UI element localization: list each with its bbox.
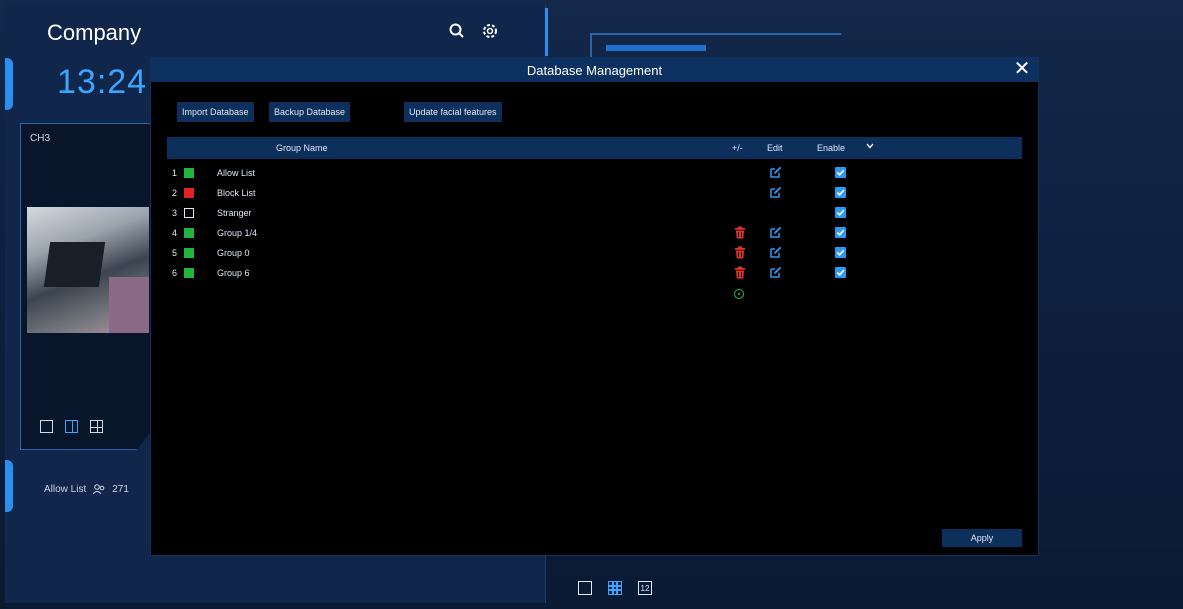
allow-list-count: 271 (112, 484, 129, 495)
company-title: Company (47, 20, 142, 45)
row-number: 5 (172, 248, 178, 258)
camera-feed[interactable] (27, 207, 149, 333)
edit-icon[interactable] (770, 186, 782, 198)
dialog-header: Database Management ✕ (151, 58, 1038, 82)
enable-checkbox[interactable] (835, 187, 846, 198)
allow-list-label: Allow List (44, 484, 87, 495)
row-number: 6 (172, 268, 178, 278)
row-number: 3 (172, 208, 178, 218)
group-name: Group 0 (217, 248, 250, 258)
table-row[interactable]: 2 Block List (167, 183, 1022, 203)
enable-checkbox[interactable] (835, 207, 846, 218)
twelve-view-label: 12 (640, 583, 650, 593)
delete-icon[interactable] (734, 226, 746, 239)
enable-checkbox[interactable] (835, 167, 846, 178)
group-color-swatch (184, 168, 194, 178)
group-name: Group 1/4 (217, 228, 258, 238)
table-header: Group Name +/- Edit Enable (167, 137, 1022, 159)
chevron-down-icon[interactable] (865, 141, 875, 153)
delete-icon[interactable] (734, 266, 746, 279)
gear-icon[interactable] (479, 20, 501, 42)
update-facial-features-button[interactable]: Update facial features (404, 102, 502, 122)
enable-checkbox[interactable] (835, 267, 846, 278)
column-add-remove: +/- (732, 143, 743, 153)
users-icon (92, 484, 105, 495)
import-database-button[interactable]: Import Database (177, 102, 254, 122)
row-number: 1 (172, 168, 178, 178)
edit-icon[interactable] (770, 266, 782, 278)
group-color-swatch (184, 208, 194, 218)
group-name: Stranger (217, 208, 252, 218)
search-icon[interactable] (446, 20, 468, 42)
delete-icon[interactable] (734, 246, 746, 259)
divider-line (545, 8, 548, 56)
row-number: 4 (172, 228, 178, 238)
split-layout-icon[interactable] (65, 420, 78, 433)
enable-checkbox[interactable] (835, 227, 846, 238)
camera-layout-switcher (40, 420, 103, 433)
feed-object (109, 277, 149, 333)
channel-label: CH3 (30, 133, 51, 144)
left-accent-bar (5, 460, 13, 512)
apply-button[interactable]: Apply (942, 529, 1022, 547)
table-row[interactable]: 1 Allow List (167, 163, 1022, 183)
clock: 13:24 (57, 63, 148, 101)
enable-checkbox[interactable] (835, 247, 846, 258)
dialog-title: Database Management (526, 63, 663, 78)
database-management-dialog: Database Management ✕ Import Database Ba… (150, 57, 1039, 556)
grid-view-icon[interactable] (608, 581, 622, 595)
group-color-swatch (184, 228, 194, 238)
row-number: 2 (172, 188, 178, 198)
group-name: Allow List (217, 168, 256, 178)
group-name: Block List (217, 188, 256, 198)
left-accent-bar (5, 58, 13, 110)
edit-icon[interactable] (770, 226, 782, 238)
table-row[interactable]: 3 Stranger (167, 203, 1022, 223)
column-edit: Edit (767, 143, 783, 153)
close-icon[interactable]: ✕ (1012, 59, 1032, 80)
edit-icon[interactable] (770, 166, 782, 178)
single-layout-icon[interactable] (40, 420, 53, 433)
add-group-icon[interactable] (734, 289, 744, 299)
bottom-layout-bar: 12 (578, 581, 652, 595)
table-row[interactable]: 4 Group 1/4 (167, 223, 1022, 243)
single-view-icon[interactable] (578, 581, 592, 595)
group-color-swatch (184, 248, 194, 258)
column-enable: Enable (817, 143, 846, 153)
quad-layout-icon[interactable] (90, 420, 103, 433)
group-name: Group 6 (217, 268, 250, 278)
feed-monitor (43, 242, 106, 287)
allow-list-summary[interactable]: Allow List 271 (44, 484, 129, 495)
edit-icon[interactable] (770, 246, 782, 258)
decorative-bar (606, 45, 706, 51)
group-color-swatch (184, 268, 194, 278)
backup-database-button[interactable]: Backup Database (269, 102, 351, 122)
twelve-view-icon[interactable]: 12 (638, 581, 652, 595)
table-row[interactable]: 5 Group 0 (167, 243, 1022, 263)
column-group-name: Group Name (276, 143, 328, 153)
table-row[interactable]: 6 Group 6 (167, 263, 1022, 283)
group-color-swatch (184, 188, 194, 198)
